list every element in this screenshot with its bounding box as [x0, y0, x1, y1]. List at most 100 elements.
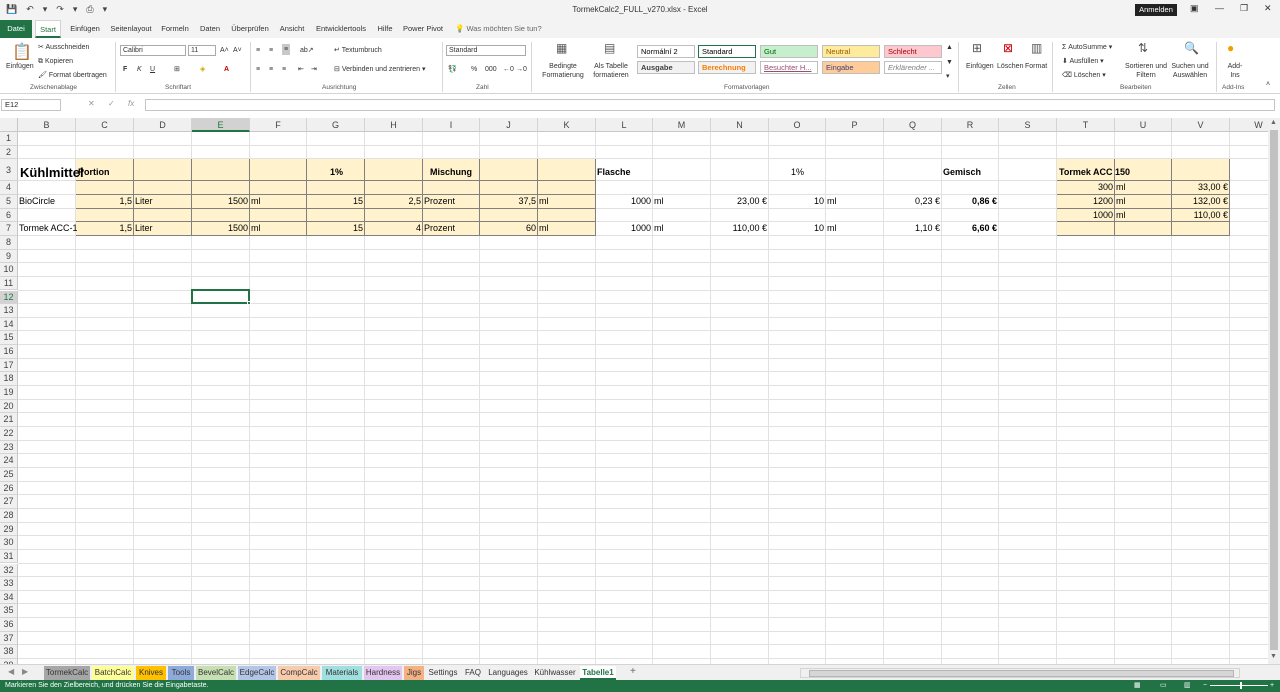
gallery-scroll-up-icon[interactable]: ▲ — [946, 43, 953, 52]
scroll-up-icon[interactable]: ▲ — [1270, 119, 1277, 126]
cell-G7[interactable]: 15 — [307, 222, 365, 235]
vertical-scroll-thumb[interactable] — [1270, 130, 1278, 650]
cell-D7[interactable]: Liter — [135, 222, 153, 235]
column-header-M[interactable]: M — [653, 118, 711, 132]
normal-view-icon[interactable]: ▦ — [1134, 680, 1141, 692]
row-header-6[interactable]: 6 — [0, 208, 18, 223]
cell-J5[interactable]: 37,5 — [480, 195, 538, 208]
cell-V5[interactable]: 132,00 € — [1172, 195, 1230, 208]
column-header-O[interactable]: O — [769, 118, 826, 132]
thousands-icon[interactable]: 000 — [485, 65, 497, 74]
cell-Q7[interactable]: 1,10 € — [884, 222, 942, 235]
decrease-font-icon[interactable]: A˅ — [233, 46, 242, 55]
cell-T4[interactable]: 300 — [1057, 181, 1115, 194]
horizontal-scroll-thumb[interactable] — [809, 670, 1234, 677]
align-right-icon[interactable]: ≡ — [282, 65, 286, 74]
sheet-tab-faq[interactable]: FAQ — [462, 666, 484, 680]
row-header-17[interactable]: 17 — [0, 358, 18, 373]
zoom-in-icon[interactable]: + — [1270, 680, 1274, 692]
cell-style-2[interactable]: Gut — [760, 45, 818, 58]
column-header-F[interactable]: F — [250, 118, 307, 132]
cell-R3[interactable]: Gemisch — [943, 166, 981, 179]
ribbon-tab-hilfe[interactable]: Hilfe — [375, 20, 395, 38]
row-header-22[interactable]: 22 — [0, 427, 18, 441]
row-header-36[interactable]: 36 — [0, 618, 18, 632]
column-header-S[interactable]: S — [999, 118, 1057, 132]
cell-T6[interactable]: 1000 — [1057, 209, 1115, 222]
cell-T5[interactable]: 1200 — [1057, 195, 1115, 208]
find-select-button[interactable]: Suchen und Auswählen — [1168, 62, 1212, 80]
cell-O3[interactable]: 1% — [791, 166, 804, 179]
name-box[interactable]: E12 — [1, 99, 61, 111]
align-center-icon[interactable]: ≡ — [269, 65, 273, 74]
column-header-B[interactable]: B — [18, 118, 76, 132]
cell-M7[interactable]: ml — [654, 222, 664, 235]
page-break-icon[interactable]: ▥ — [1184, 680, 1191, 692]
close-icon[interactable]: ✕ — [1264, 3, 1272, 14]
cut-button[interactable]: ✂ Ausschneiden — [38, 43, 89, 52]
row-header-34[interactable]: 34 — [0, 590, 18, 605]
sheet-tab-tools[interactable]: Tools — [168, 666, 194, 680]
sign-in-button[interactable]: Anmelden — [1135, 4, 1177, 16]
underline-button[interactable]: U — [150, 65, 155, 74]
cell-P5[interactable]: ml — [827, 195, 837, 208]
scroll-down-icon[interactable]: ▼ — [1270, 653, 1277, 660]
ribbon-tab-seitenlayout[interactable]: Seitenlayout — [109, 20, 153, 38]
gallery-more-icon[interactable]: ▾ — [946, 72, 950, 81]
column-header-N[interactable]: N — [711, 118, 769, 132]
row-header-24[interactable]: 24 — [0, 454, 18, 468]
ribbon-display-options-icon[interactable]: ▣ — [1190, 3, 1199, 14]
row-header-4[interactable]: 4 — [0, 181, 18, 195]
row-header-13[interactable]: 13 — [0, 304, 18, 318]
row-header-21[interactable]: 21 — [0, 413, 18, 427]
font-size-combo[interactable]: 11 — [188, 45, 216, 56]
increase-decimal-icon[interactable]: ←0 — [503, 65, 514, 74]
row-header-33[interactable]: 33 — [0, 577, 18, 591]
align-top-icon[interactable]: ≡ — [256, 46, 260, 55]
cell-P7[interactable]: ml — [827, 222, 837, 235]
row-header-37[interactable]: 37 — [0, 631, 18, 646]
row-header-32[interactable]: 32 — [0, 563, 18, 578]
cell-style-7[interactable]: Besuchter H... — [760, 61, 818, 74]
italic-button[interactable]: K — [137, 65, 142, 74]
zoom-slider[interactable] — [1210, 685, 1268, 686]
cell-style-5[interactable]: Ausgabe — [637, 61, 695, 74]
column-header-Q[interactable]: Q — [884, 118, 942, 132]
cell-J7[interactable]: 60 — [480, 222, 538, 235]
ribbon-tab-überprüfen[interactable]: Überprüfen — [230, 20, 270, 38]
wrap-text-button[interactable]: ↵ Textumbruch — [334, 46, 382, 55]
row-header-5[interactable]: 5 — [0, 194, 18, 209]
sheet-tab-compcalc[interactable]: CompCalc — [278, 666, 320, 680]
cell-Q5[interactable]: 0,23 € — [884, 195, 942, 208]
insert-cells-button[interactable]: Einfügen — [966, 62, 994, 71]
cell-U4[interactable]: ml — [1116, 181, 1126, 194]
align-middle-icon[interactable]: ≡ — [269, 46, 273, 55]
cell-N5[interactable]: 23,00 € — [711, 195, 769, 208]
cell-G3[interactable]: 1% — [330, 166, 343, 179]
merge-center-button[interactable]: ⊟ Verbinden und zentrieren ▾ — [334, 65, 426, 74]
column-header-H[interactable]: H — [365, 118, 423, 132]
row-header-19[interactable]: 19 — [0, 386, 18, 400]
row-header-20[interactable]: 20 — [0, 399, 18, 414]
increase-indent-icon[interactable]: ⇥ — [311, 65, 317, 74]
borders-icon[interactable]: ⊞ — [174, 65, 180, 74]
prev-sheet-icon[interactable]: ◀ — [8, 667, 14, 676]
row-header-30[interactable]: 30 — [0, 536, 18, 550]
fill-color-icon[interactable]: ◈ — [200, 65, 205, 74]
cell-I5[interactable]: Prozent — [424, 195, 455, 208]
cell-style-4[interactable]: Schlecht — [884, 45, 942, 58]
sheet-tab-jigs[interactable]: Jigs — [404, 666, 424, 680]
maximize-icon[interactable]: ❐ — [1240, 3, 1248, 14]
page-layout-icon[interactable]: ▭ — [1160, 680, 1167, 692]
column-header-J[interactable]: J — [480, 118, 538, 132]
row-header-35[interactable]: 35 — [0, 604, 18, 619]
column-header-V[interactable]: V — [1172, 118, 1230, 132]
worksheet-grid[interactable]: Kühlmittel Portion 1% Mischung Flasche 1… — [0, 118, 1268, 664]
bold-button[interactable]: F — [123, 65, 127, 74]
font-color-icon[interactable]: A — [224, 65, 229, 74]
cell-R5[interactable]: 0,86 € — [942, 195, 999, 208]
enter-icon[interactable]: ✓ — [108, 99, 115, 108]
column-header-R[interactable]: R — [942, 118, 999, 132]
cancel-icon[interactable]: ✕ — [88, 99, 95, 108]
conditional-format-button[interactable]: Bedingte Formatierung — [538, 62, 588, 80]
